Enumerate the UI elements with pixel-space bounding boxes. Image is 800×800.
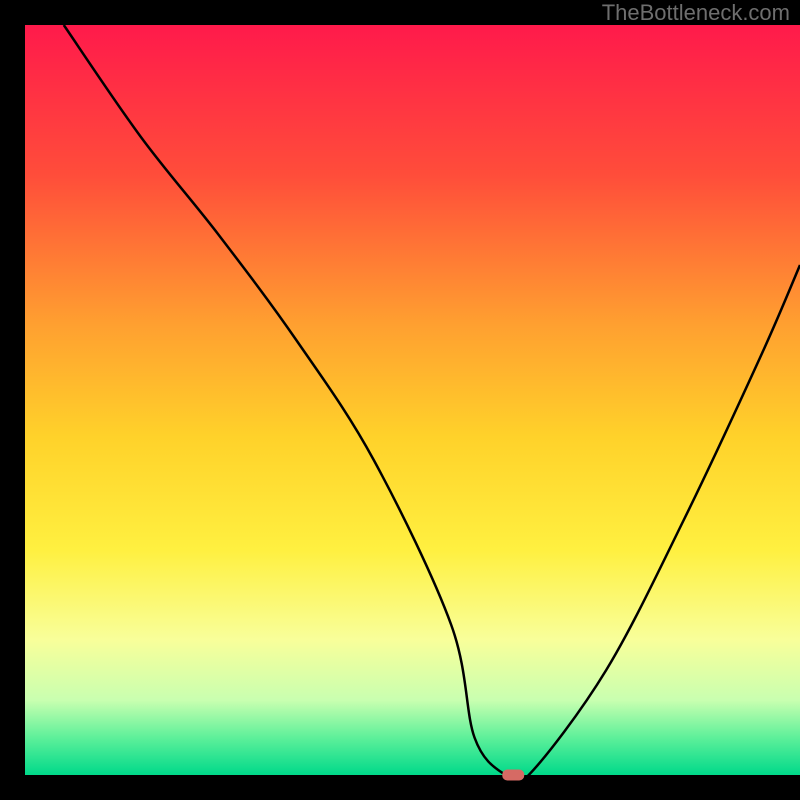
chart-wrapper: TheBottleneck.com bbox=[0, 0, 800, 800]
bottleneck-chart bbox=[0, 0, 800, 800]
optimal-marker bbox=[502, 770, 524, 781]
watermark-text: TheBottleneck.com bbox=[602, 0, 790, 26]
